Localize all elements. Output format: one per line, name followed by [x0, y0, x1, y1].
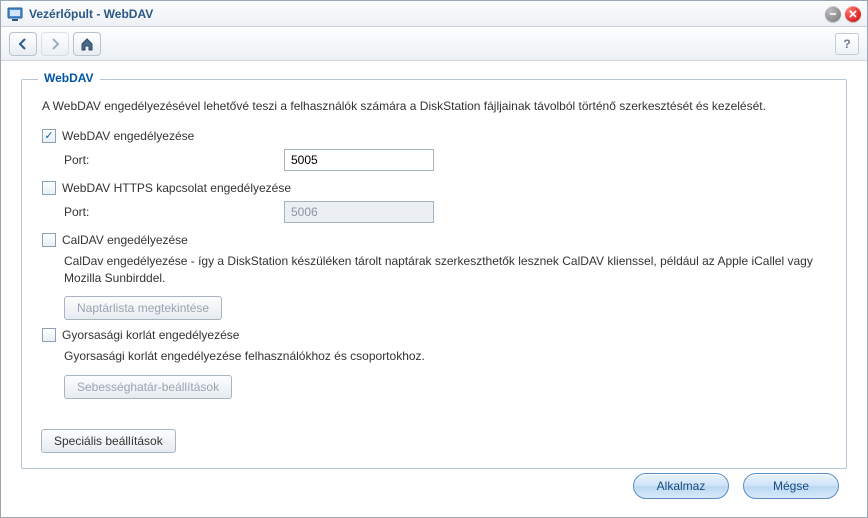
advanced-settings-button[interactable]: Speciális beállítások	[41, 429, 176, 453]
webdav-https-port-label: Port:	[64, 205, 284, 219]
webdav-enable-row: ✓ WebDAV engedélyezése	[42, 129, 826, 143]
app-icon	[7, 6, 23, 22]
dialog-footer: Alkalmaz Mégse	[633, 473, 839, 499]
speedlimit-checkbox[interactable]	[42, 328, 56, 342]
webdav-port-row: Port:	[64, 149, 826, 171]
titlebar: Vezérlőpult - WebDAV	[1, 1, 867, 27]
webdav-https-row: WebDAV HTTPS kapcsolat engedélyezése	[42, 181, 826, 195]
caldav-row: CalDAV engedélyezése	[42, 233, 826, 247]
help-button[interactable]: ?	[835, 33, 859, 55]
nav-toolbar: ?	[1, 27, 867, 61]
webdav-enable-label: WebDAV engedélyezése	[62, 129, 194, 143]
apply-button[interactable]: Alkalmaz	[633, 473, 729, 499]
webdav-https-port-input	[284, 201, 434, 223]
webdav-https-checkbox[interactable]	[42, 181, 56, 195]
speedlimit-row: Gyorsasági korlát engedélyezése	[42, 328, 826, 342]
speedlimit-label: Gyorsasági korlát engedélyezése	[62, 328, 239, 342]
caldav-checkbox[interactable]	[42, 233, 56, 247]
cancel-button[interactable]: Mégse	[743, 473, 839, 499]
webdav-fieldset: WebDAV A WebDAV engedélyezésével lehetőv…	[21, 79, 847, 469]
caldav-label: CalDAV engedélyezése	[62, 233, 188, 247]
calendar-list-button: Naptárlista megtekintése	[64, 296, 222, 320]
minimize-button[interactable]	[825, 6, 841, 22]
webdav-https-port-row: Port:	[64, 201, 826, 223]
webdav-port-label: Port:	[64, 153, 284, 167]
fieldset-description: A WebDAV engedélyezésével lehetővé teszi…	[42, 98, 826, 115]
close-button[interactable]	[845, 6, 861, 22]
fieldset-legend: WebDAV	[38, 71, 100, 85]
caldav-info: CalDav engedélyezése - így a DiskStation…	[64, 253, 826, 287]
home-button[interactable]	[73, 32, 101, 56]
window-title: Vezérlőpult - WebDAV	[29, 7, 819, 21]
window-controls	[825, 6, 861, 22]
speedlimit-settings-button: Sebességhatár-beállítások	[64, 375, 232, 399]
webdav-port-input[interactable]	[284, 149, 434, 171]
webdav-enable-checkbox[interactable]: ✓	[42, 129, 56, 143]
speedlimit-info: Gyorsasági korlát engedélyezése felhaszn…	[64, 348, 826, 365]
content-area: WebDAV A WebDAV engedélyezésével lehetőv…	[1, 61, 867, 517]
forward-button[interactable]	[41, 32, 69, 56]
back-button[interactable]	[9, 32, 37, 56]
webdav-https-label: WebDAV HTTPS kapcsolat engedélyezése	[62, 181, 291, 195]
